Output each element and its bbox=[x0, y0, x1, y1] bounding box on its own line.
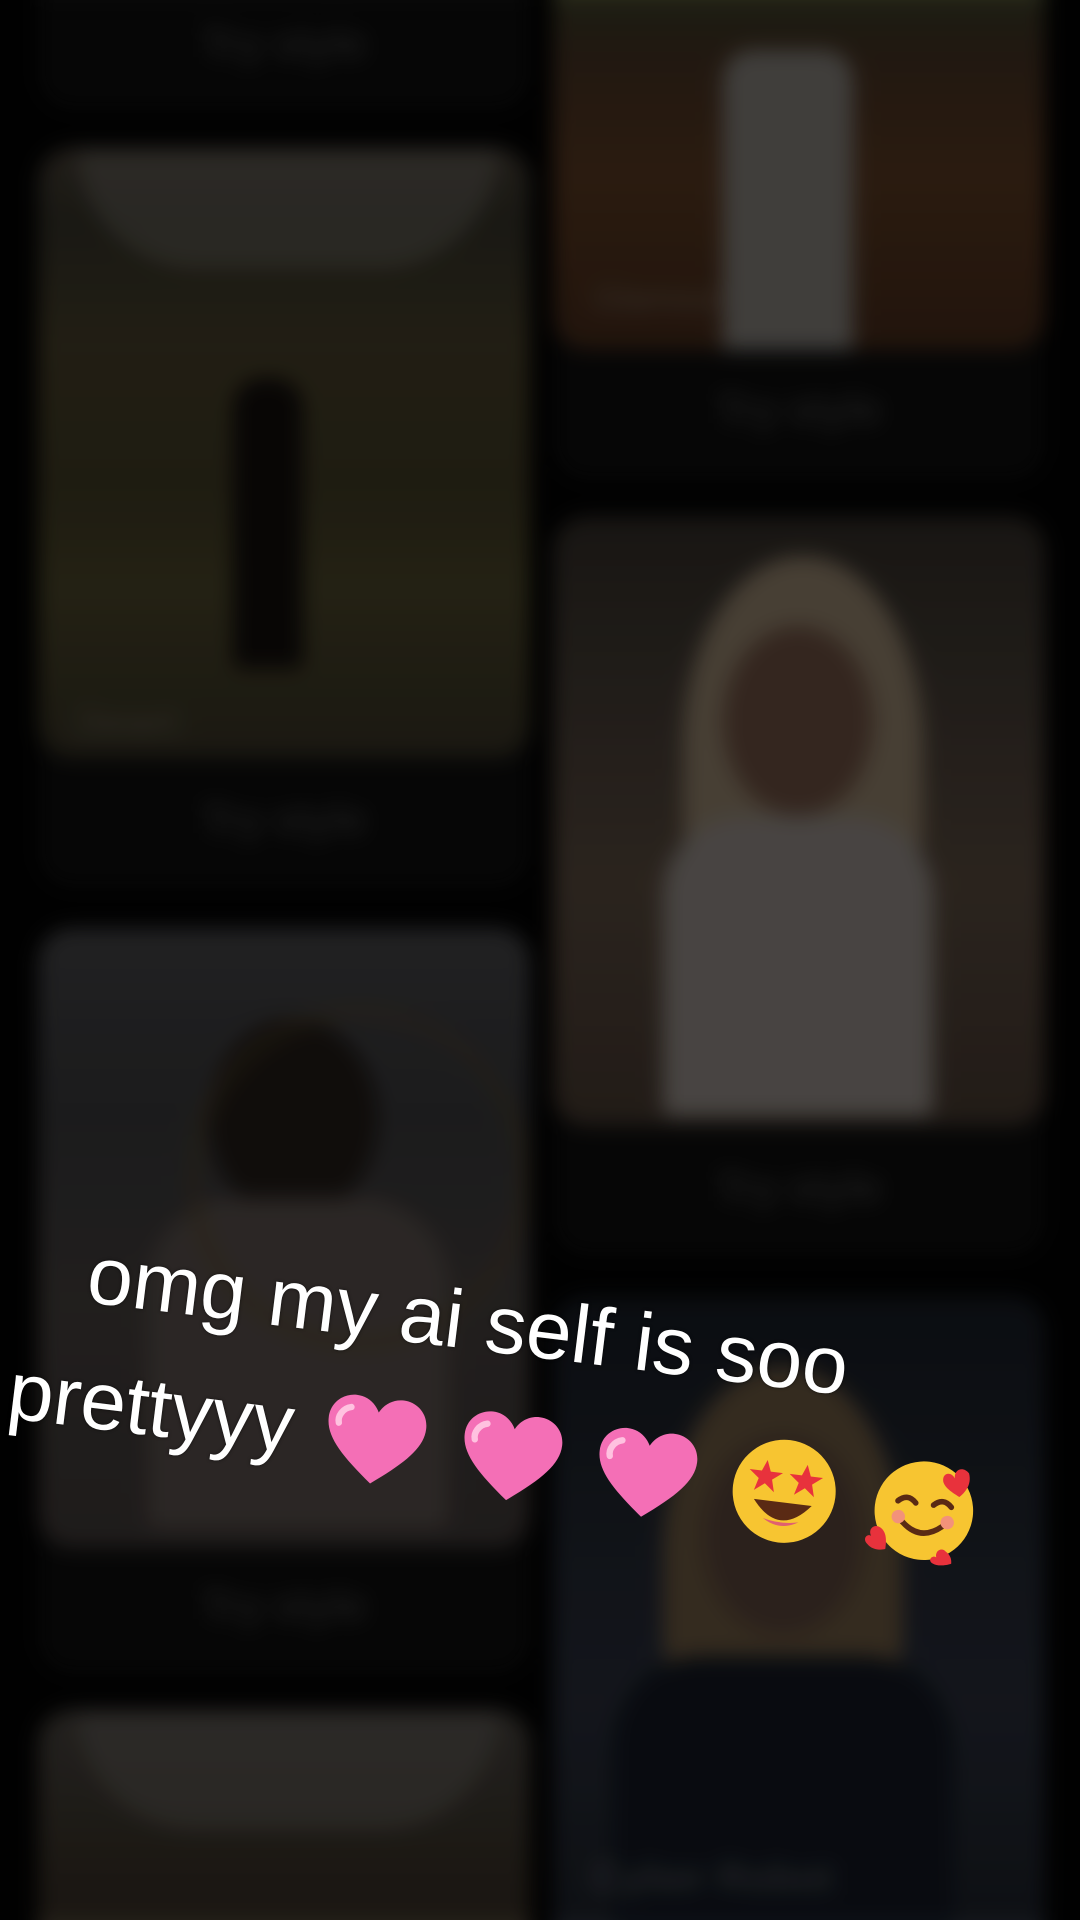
video-frame: Try style Desert Try style Try style Gla… bbox=[0, 0, 1080, 1920]
style-grid-background: Try style Desert Try style Try style Gla… bbox=[0, 0, 1080, 1920]
dim-overlay bbox=[0, 0, 1080, 1920]
